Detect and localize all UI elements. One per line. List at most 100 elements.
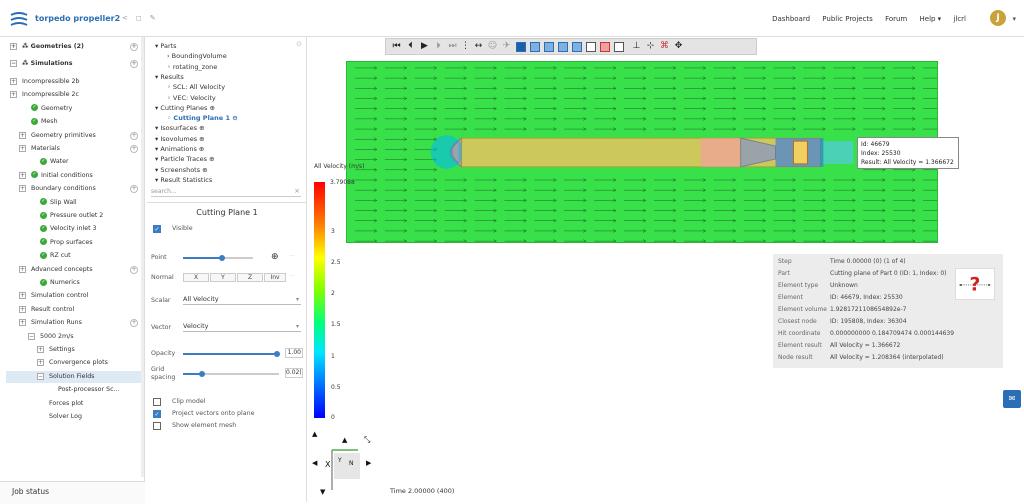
- tree-item[interactable]: − Solution Fields: [6, 370, 144, 383]
- opacity-input[interactable]: 1.00: [285, 348, 303, 358]
- more-icon[interactable]: ···: [289, 253, 295, 260]
- add-icon[interactable]: +: [130, 145, 138, 153]
- post-tree-item[interactable]: ▾ Results: [155, 72, 184, 82]
- tree-item[interactable]: + Boundary conditions +: [6, 183, 144, 195]
- add-icon[interactable]: +: [130, 131, 138, 140]
- post-tree-item[interactable]: ▾ Cutting Planes ⊕: [155, 103, 215, 113]
- expand-icon[interactable]: +: [19, 171, 26, 179]
- nav-dashboard[interactable]: Dashboard: [772, 15, 810, 23]
- expand-icon[interactable]: −: [37, 372, 44, 380]
- tree-item[interactable]: + Advanced concepts +: [6, 264, 144, 276]
- tree-item[interactable]: + Settings: [6, 344, 144, 356]
- tree-item[interactable]: + Convergence plots: [6, 357, 144, 369]
- tree-item[interactable]: ✓ RZ cut: [6, 250, 144, 262]
- tree-item[interactable]: ✓ Water: [6, 156, 144, 168]
- view-front-icon[interactable]: [516, 42, 526, 52]
- chat-icon[interactable]: ✉: [1003, 390, 1021, 408]
- view-outline-icon[interactable]: [614, 42, 624, 52]
- add-icon[interactable]: +: [130, 43, 138, 51]
- grid-slider-thumb[interactable]: [199, 371, 205, 377]
- view-left-icon[interactable]: [544, 42, 554, 52]
- view-right-icon[interactable]: [558, 42, 568, 52]
- normal-inv-button[interactable]: Inv: [264, 273, 286, 282]
- expand-icon[interactable]: +: [19, 319, 26, 327]
- chevron-down-icon[interactable]: ▾: [1012, 15, 1016, 23]
- post-tree-item[interactable]: ◦ SCL: All Velocity: [167, 82, 225, 92]
- post-tree-item[interactable]: ▾ Isosurfaces ⊕: [155, 123, 205, 133]
- tree-item[interactable]: + Materials +: [6, 143, 144, 155]
- screenshot-icon[interactable]: ⌘: [658, 40, 671, 53]
- crosshair-icon[interactable]: ⊕: [271, 252, 279, 262]
- post-tree-item[interactable]: ▾ Screenshots ⊕: [155, 165, 208, 175]
- expand-icon[interactable]: +: [10, 91, 17, 99]
- visible-checkbox[interactable]: ✓: [153, 225, 161, 233]
- first-step-icon[interactable]: ⏮: [390, 40, 403, 53]
- scalar-select[interactable]: All Velocity ▾: [183, 294, 301, 305]
- collapse-icon[interactable]: −: [10, 60, 17, 67]
- point-slider-thumb[interactable]: [219, 255, 225, 261]
- tree-item[interactable]: + Simulation control: [6, 290, 144, 302]
- expand-icon[interactable]: +: [10, 78, 17, 85]
- post-tree-search-input[interactable]: search...: [151, 187, 301, 197]
- expand-icon[interactable]: +: [19, 185, 26, 193]
- show-mesh-checkbox[interactable]: [153, 422, 161, 430]
- post-tree-item[interactable]: ▾ Isovolumes ⊕: [155, 134, 205, 144]
- nav-help[interactable]: Help ▾: [920, 15, 942, 23]
- post-tree-item[interactable]: ◦ VEC: Velocity: [167, 93, 216, 103]
- figure-icon[interactable]: ☺: [486, 40, 499, 53]
- normal-y-button[interactable]: Y: [210, 273, 236, 282]
- view-iso-icon[interactable]: [600, 42, 610, 52]
- expand-icon[interactable]: −: [28, 332, 35, 340]
- post-tree-item[interactable]: › BoundingVolume: [167, 51, 227, 61]
- tree-item[interactable]: + Geometry primitives +: [6, 130, 144, 142]
- more-vertical-icon[interactable]: ⋮: [459, 40, 472, 53]
- edit-icon[interactable]: ✎: [150, 14, 156, 22]
- add-icon[interactable]: +: [130, 60, 138, 68]
- tree-item[interactable]: ✓ Slip Wall: [6, 197, 144, 209]
- expand-icon[interactable]: +: [19, 305, 26, 313]
- expand-icon[interactable]: +: [19, 145, 26, 152]
- post-tree-item[interactable]: ▾ Particle Traces ⊕: [155, 154, 215, 164]
- axes-plus-icon[interactable]: ⊹: [644, 40, 657, 53]
- post-tree-item[interactable]: ◦ rotating_zone: [167, 62, 217, 72]
- view-top-icon[interactable]: [572, 42, 582, 52]
- fit-horizontal-icon[interactable]: ↔: [472, 40, 485, 53]
- project-title[interactable]: torpedo propeller2: [35, 14, 120, 23]
- avatar[interactable]: J: [990, 10, 1006, 26]
- post-tree-item[interactable]: ▾ Animations ⊕: [155, 144, 204, 154]
- tree-item[interactable]: + Simulation Runs +: [6, 317, 144, 329]
- play-icon[interactable]: ▶: [418, 40, 431, 53]
- tree-item[interactable]: + Incompressible 2c: [6, 89, 144, 101]
- axes-icon[interactable]: ⊥: [630, 40, 643, 53]
- tree-item[interactable]: Solver Log: [6, 411, 144, 423]
- prev-step-icon[interactable]: ⏴: [404, 40, 417, 53]
- post-tree-item[interactable]: ▾ Result Statistics: [155, 175, 212, 185]
- tree-item[interactable]: ✓ Pressure outlet 2: [6, 210, 144, 222]
- tree-item[interactable]: Forces plot: [6, 398, 144, 410]
- add-icon[interactable]: +: [130, 319, 138, 328]
- tree-geometries[interactable]: + ⁂ Geometries (2) +: [6, 41, 144, 53]
- more-icon[interactable]: ···: [289, 273, 295, 280]
- tree-item[interactable]: + Incompressible 2b: [6, 76, 144, 88]
- tree-item[interactable]: + ✓ Initial conditions: [6, 170, 144, 182]
- tree-simulations[interactable]: − ⁂ Simulations +: [6, 58, 144, 70]
- clear-search-icon[interactable]: ×: [294, 187, 300, 195]
- normal-z-button[interactable]: Z: [237, 273, 263, 282]
- expand-icon[interactable]: +: [37, 359, 44, 367]
- tree-item[interactable]: Post-processor Sc...: [6, 384, 144, 396]
- tree-scrollbar[interactable]: [141, 37, 144, 477]
- opacity-slider-thumb[interactable]: [274, 351, 280, 357]
- orientation-triad[interactable]: ▲ ▲ ⤡ ◀ ▶ X Y N ▼: [312, 430, 382, 496]
- job-status-bar[interactable]: Job status: [0, 481, 145, 504]
- view-wire-icon[interactable]: [586, 42, 596, 52]
- last-step-icon[interactable]: ⏭: [446, 40, 459, 53]
- move-icon[interactable]: ✥: [672, 40, 685, 53]
- expand-icon[interactable]: +: [19, 131, 26, 139]
- expand-icon[interactable]: +: [37, 346, 44, 353]
- tree-item[interactable]: + Result control: [6, 304, 144, 316]
- post-tree-item[interactable]: ▾ Parts: [155, 41, 177, 51]
- post-tree-item[interactable]: ◦ Cutting Plane 1 ⊖: [167, 113, 238, 123]
- clip-model-checkbox[interactable]: [153, 398, 161, 406]
- nav-public-projects[interactable]: Public Projects: [822, 15, 873, 23]
- share-icon[interactable]: <: [122, 14, 128, 22]
